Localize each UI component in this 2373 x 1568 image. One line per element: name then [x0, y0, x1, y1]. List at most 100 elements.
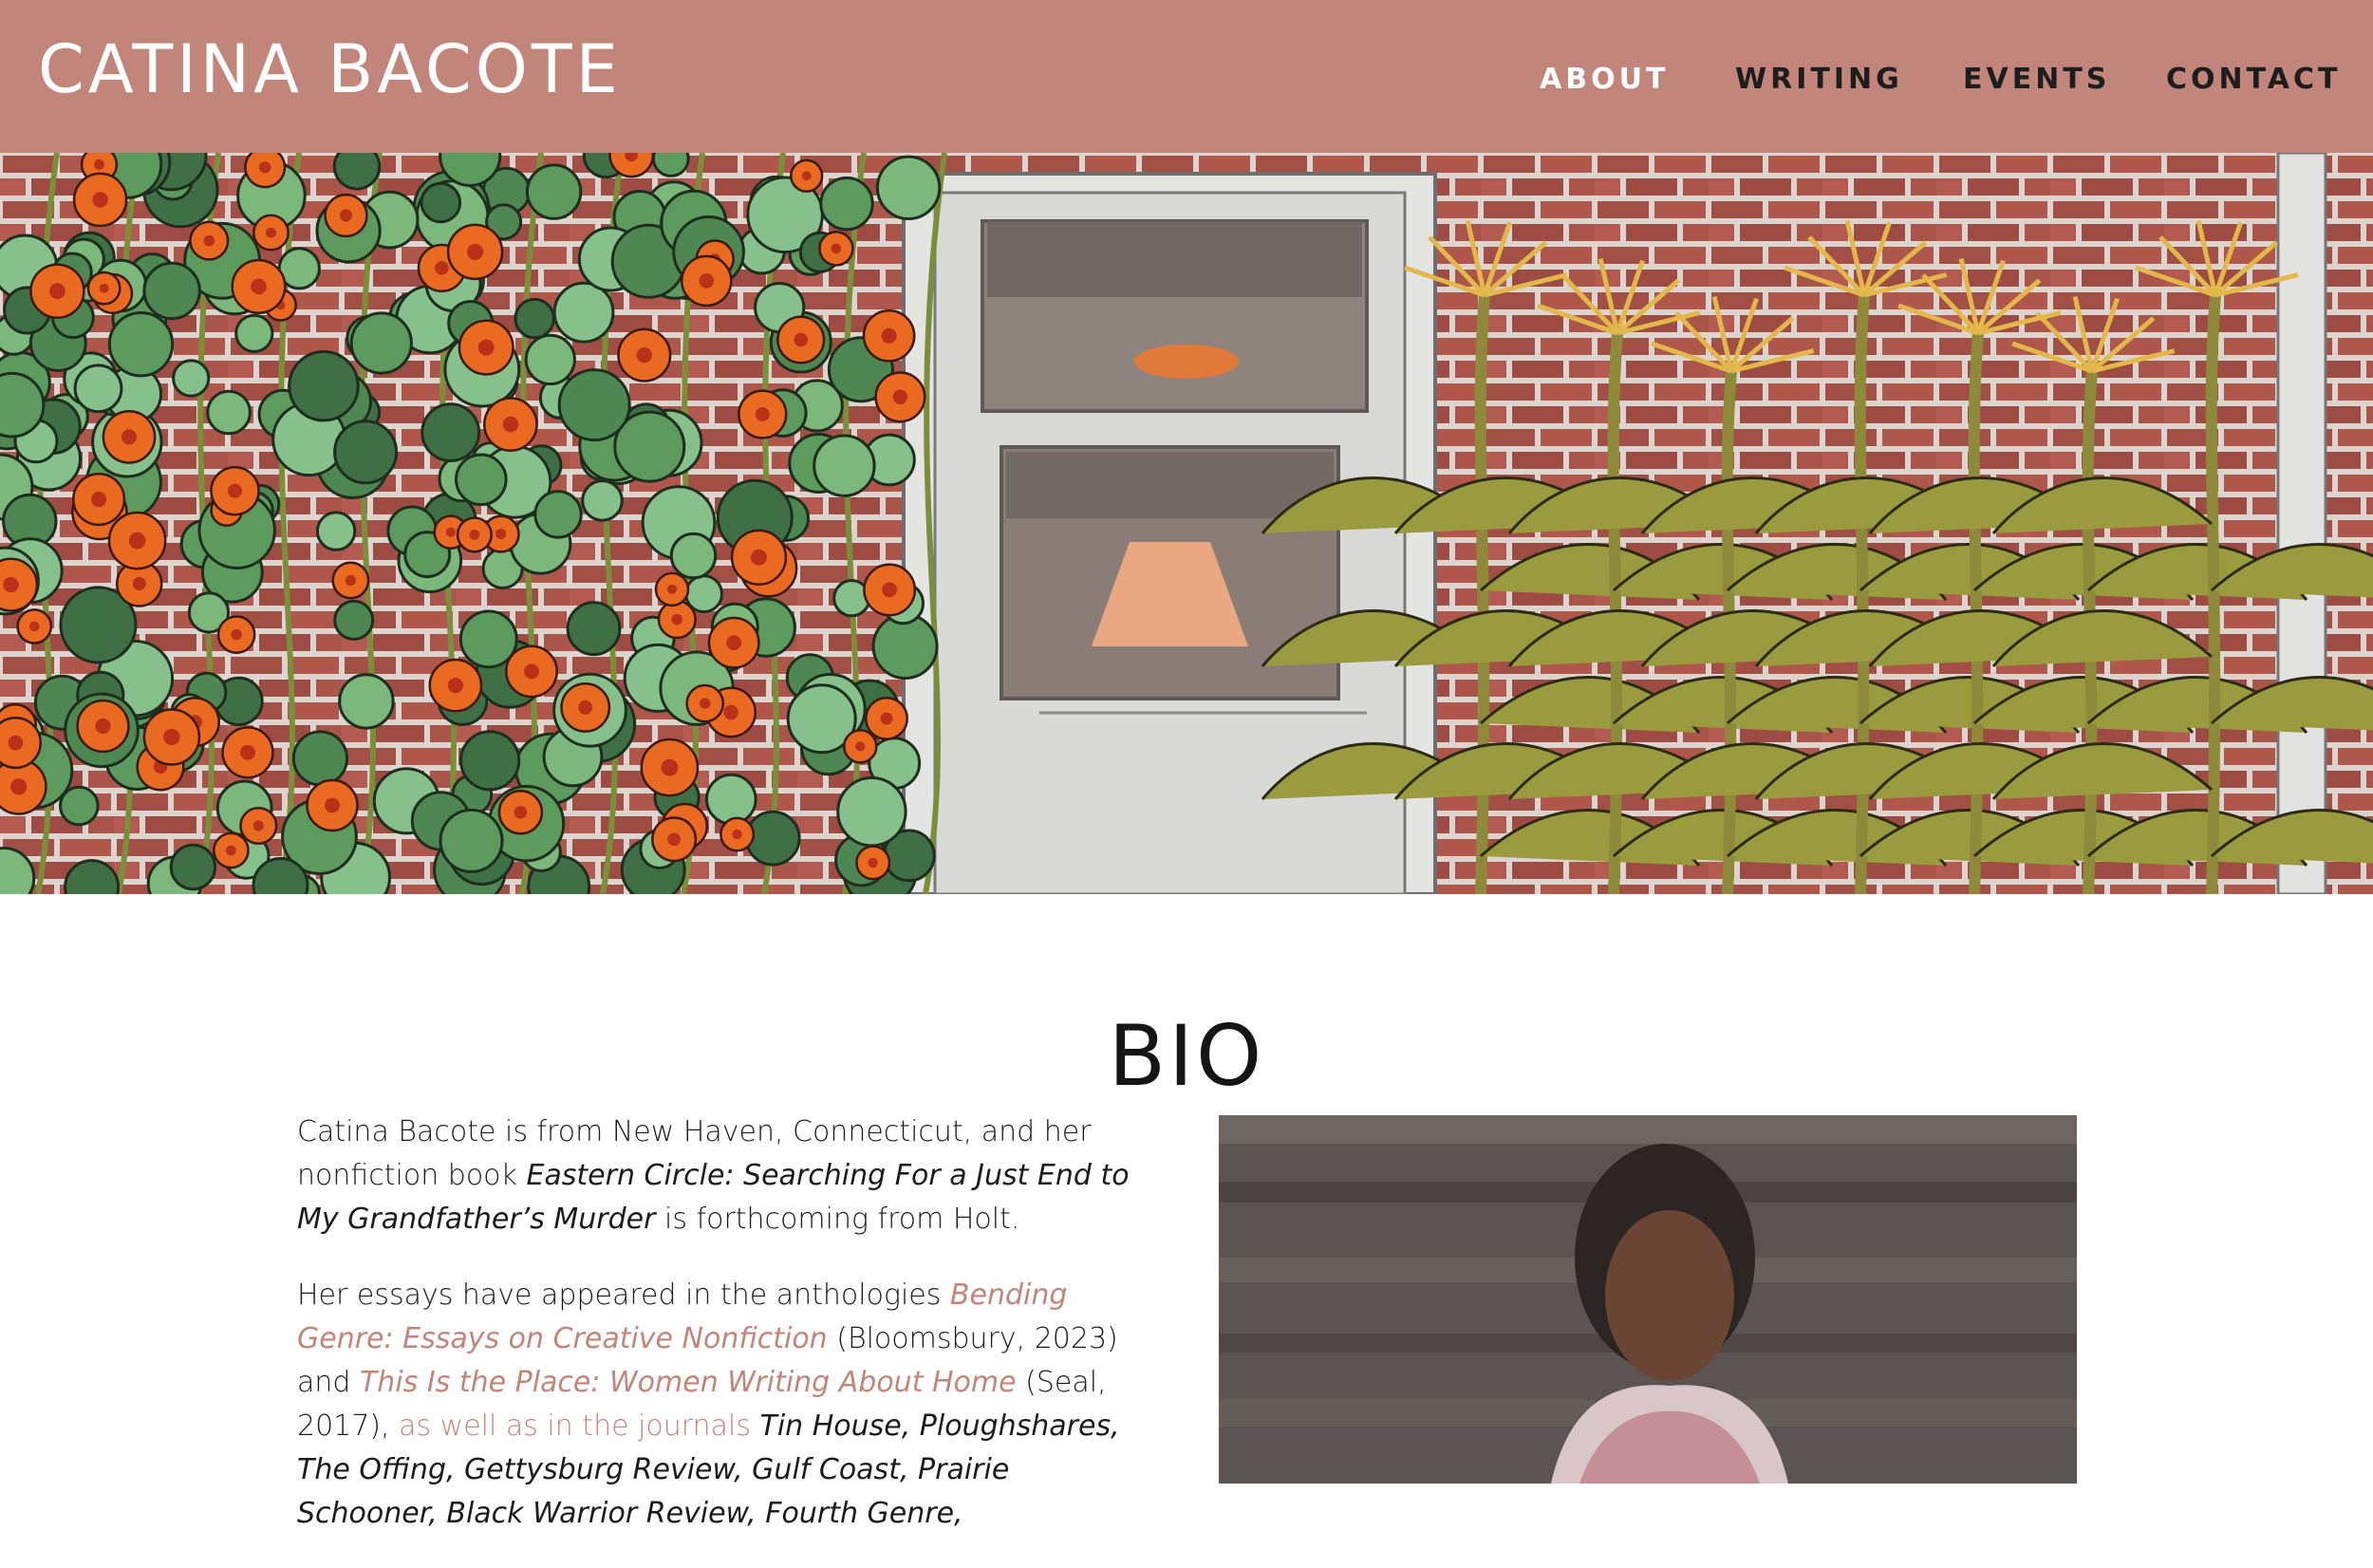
flower-center — [831, 243, 842, 254]
flower-center — [477, 339, 495, 356]
flower-center — [325, 797, 340, 813]
flower-center — [128, 532, 146, 550]
flower-center — [794, 332, 808, 347]
nasturtium-leaf — [288, 350, 360, 422]
flower-center — [28, 621, 40, 632]
flower-center — [240, 744, 255, 760]
corn-stalk — [1474, 294, 1490, 894]
nasturtium-leaf — [557, 368, 631, 442]
flower-center — [252, 820, 264, 831]
flower-center — [666, 584, 678, 594]
nasturtium-leaf — [669, 532, 718, 580]
nasturtium-leaf — [533, 490, 583, 539]
this-is-the-place-title: This Is the Place: Women Writing About H… — [359, 1366, 1017, 1399]
flower-center — [266, 227, 276, 238]
nasturtium-leaf — [234, 313, 274, 353]
flower-center — [578, 700, 593, 715]
nasturtium-leaf — [420, 181, 462, 224]
nasturtium-leaf — [525, 163, 583, 220]
flower-center — [502, 416, 519, 433]
flower-center — [345, 574, 356, 587]
flower-center — [231, 628, 242, 641]
flower-center — [868, 857, 878, 868]
nasturtium-leaf — [439, 808, 504, 873]
nasturtium-leaf — [458, 730, 521, 792]
flower-center — [751, 549, 767, 566]
nasturtium-leaf — [458, 609, 518, 669]
bio-p1-text-b: is forthcoming from Holt. — [655, 1203, 1020, 1236]
flower-center — [203, 234, 215, 247]
nasturtium-leaf — [333, 420, 399, 485]
flower-center — [49, 283, 65, 300]
flower-center — [132, 576, 146, 591]
corn-stalk — [1854, 294, 1870, 894]
nasturtium-leaf — [875, 155, 942, 220]
nasturtium-leaf — [836, 776, 907, 848]
journals-link[interactable]: as well as in the journals — [399, 1409, 751, 1443]
nasturtium-leaf — [813, 434, 876, 497]
flower-center — [92, 192, 108, 208]
nav-about[interactable]: ABOUT — [1540, 61, 1669, 99]
flower-center — [661, 758, 679, 776]
flower-center — [495, 529, 507, 540]
nasturtium-leaf — [332, 153, 382, 191]
nasturtium-leaf — [581, 479, 624, 522]
nasturtium-leaf — [651, 153, 690, 177]
flower-center — [755, 407, 770, 421]
flower-center — [99, 283, 109, 293]
nasturtium-leaf — [142, 261, 201, 321]
site-header: CATINA BACOTE ABOUT WRITING EVENTS CONTA… — [0, 0, 2373, 153]
nav-events[interactable]: EVENTS — [1963, 61, 2110, 99]
nasturtium-leaf — [338, 673, 395, 730]
garden-door-illustration — [0, 153, 2373, 894]
flower-center — [228, 483, 242, 498]
flower-center — [524, 663, 539, 680]
flower-center — [8, 735, 24, 751]
flower-center — [3, 576, 19, 593]
nasturtium-leaf — [291, 730, 348, 787]
bio-p2-space — [751, 1409, 760, 1443]
flower-center — [447, 678, 463, 694]
flower-center — [251, 278, 267, 295]
nasturtium-leaf — [566, 601, 622, 657]
flower-center — [435, 261, 449, 275]
flower-center — [881, 327, 897, 344]
nasturtium-leaf — [744, 810, 801, 867]
bio-p2-text-a: Her essays have appeared in the antholog… — [297, 1279, 950, 1312]
nasturtium-leaf — [349, 311, 413, 375]
corn-stalk — [2205, 294, 2221, 894]
bio-paragraph-1: Catina Bacote is from New Haven, Connect… — [297, 1111, 1151, 1241]
flower-center — [514, 806, 528, 819]
nasturtium-leaf — [315, 511, 357, 551]
flower-center — [699, 273, 715, 289]
bio-heading: BIO — [1108, 1006, 1265, 1105]
nasturtium-leaf — [333, 599, 375, 641]
flower-center — [700, 698, 711, 709]
flower-center — [94, 159, 104, 170]
main-nav: ABOUT WRITING EVENTS CONTACT — [0, 61, 2373, 99]
flower-center — [445, 527, 456, 537]
flower-center — [469, 530, 480, 540]
flower-center — [723, 704, 738, 720]
nasturtium-leaf — [819, 176, 874, 232]
nasturtium-leaf — [455, 453, 508, 507]
nav-contact[interactable]: CONTACT — [2166, 61, 2341, 99]
flower-center — [636, 347, 652, 364]
flower-center — [10, 778, 28, 795]
nasturtium-leaf — [552, 281, 615, 344]
flower-center — [95, 718, 111, 735]
flower-center — [892, 389, 908, 404]
bio-paragraph-2: Her essays have appeared in the antholog… — [297, 1274, 1151, 1536]
bio-text: Catina Bacote is from New Haven, Connect… — [297, 1111, 1151, 1568]
flower-center — [671, 613, 683, 625]
author-portrait-image — [1219, 1115, 2077, 1484]
flower-center — [91, 492, 107, 508]
nasturtium-leaf — [420, 402, 481, 463]
flower-center — [667, 832, 681, 847]
nav-writing[interactable]: WRITING — [1735, 61, 1903, 99]
nasturtium-leaf — [524, 333, 576, 385]
flower-center — [726, 635, 742, 651]
flower-center — [259, 161, 271, 174]
nasturtium-leaf — [206, 389, 252, 436]
this-is-the-place-link[interactable]: This Is the Place: Women Writing About H… — [360, 1366, 1017, 1399]
